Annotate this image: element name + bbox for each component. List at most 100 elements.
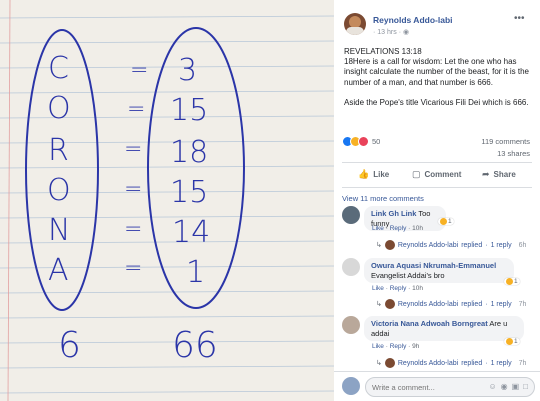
photo-viewer[interactable]: C O R O N A = = = = = = 3 15 18 15 14 1 … — [0, 0, 334, 401]
reply-text: replied — [461, 359, 483, 367]
equals-sign-2: = — [127, 97, 145, 122]
reply-author: Reynolds Addo-labi — [397, 359, 459, 367]
commenter-avatar[interactable] — [342, 316, 360, 334]
notebook-photo: C O R O N A = = = = = = 3 15 18 15 14 1 … — [0, 0, 334, 401]
share-icon: ➦ — [482, 169, 490, 179]
reply-count: 1 reply — [490, 300, 512, 308]
globe-icon: ◉ — [402, 29, 410, 36]
equals-sign-5: = — [124, 217, 142, 242]
post-paragraph-1: REVELATIONS 13:18 18Here is a call for wi… — [344, 47, 529, 87]
love-reaction-icon — [358, 136, 369, 147]
comment-reply-link[interactable]: Reply — [390, 225, 407, 232]
handwritten-note: C O R O N A = = = = = = 3 15 18 15 14 1 … — [0, 0, 334, 401]
write-comment-bar: ☺ ◉ ▣ □ — [334, 371, 540, 401]
comment-like-link[interactable]: Like — [372, 343, 384, 350]
comment-meta: Like · Reply · 10h — [372, 225, 423, 232]
post-time[interactable]: 13 hrs — [377, 29, 396, 36]
comment-meta: Like · Reply · 10h — [372, 285, 423, 292]
share-count[interactable]: 13 shares — [497, 149, 530, 158]
gif-icon[interactable]: ▣ — [512, 382, 520, 391]
comment-time[interactable]: 10h — [412, 285, 423, 292]
comment-bubble: Victoria Nana Adwoah Borngreat Are u add… — [364, 316, 524, 341]
reply-avatar — [384, 240, 395, 250]
comment-count[interactable]: 119 comments — [481, 137, 530, 146]
comment-icon: ▢ — [412, 169, 421, 179]
equals-sign-3: = — [124, 137, 142, 162]
post-timestamp[interactable]: · 13 hrs · ◉ — [373, 28, 409, 36]
comment-like-link[interactable]: Like — [372, 225, 384, 232]
number-3: 3 — [178, 53, 197, 88]
comment-input[interactable] — [372, 383, 462, 392]
author-name[interactable]: Reynolds Addo-labi — [373, 15, 453, 25]
equals-sign-1: = — [130, 58, 148, 83]
comment-tools: ☺ ◉ ▣ □ — [488, 382, 528, 391]
comment-text-line-1: Are u — [489, 319, 508, 328]
reply-time: 6h — [518, 241, 527, 249]
equals-sign-4: = — [124, 177, 142, 202]
comment-reaction[interactable]: 1 — [504, 338, 520, 345]
post-paragraph-2: Aside the Pope's title Vicarious Fili De… — [344, 97, 529, 107]
thumbs-up-icon: 👍 — [358, 169, 370, 179]
number-14: 14 — [172, 215, 210, 250]
divider — [342, 162, 532, 163]
camera-icon[interactable]: ◉ — [501, 382, 508, 391]
comment-time[interactable]: 10h — [412, 225, 423, 232]
comment-bubble: Owura Aquasi Nkrumah-Emmanuel Evangelist… — [364, 258, 514, 283]
post-header: Reynolds Addo-labi · 13 hrs · ◉ ••• — [334, 0, 540, 40]
comment-reaction[interactable]: 1 — [504, 278, 520, 285]
share-button[interactable]: ➦ Share — [482, 169, 516, 180]
reply-summary[interactable]: ↳ Reynolds Addo-labi replied · 1 reply 7… — [376, 299, 526, 309]
reaction-count[interactable]: 50 — [372, 137, 380, 146]
post-body: REVELATIONS 13:18 18Here is a call for wi… — [344, 47, 534, 118]
reply-text: replied — [461, 300, 483, 308]
reply-author: Reynolds Addo-labi — [397, 241, 459, 249]
emoji-icon[interactable]: ☺ — [488, 382, 496, 391]
comment-text: Evangelist Addai's bro — [371, 270, 445, 280]
letter-r: R — [48, 133, 69, 168]
sticker-icon[interactable]: □ — [523, 382, 528, 391]
reply-author: Reynolds Addo-labi — [397, 300, 459, 308]
haha-reaction-icon — [506, 278, 513, 285]
more-horizontal-icon[interactable]: ••• — [514, 13, 525, 24]
comment-reply-link[interactable]: Reply — [390, 285, 407, 292]
sum-right: 66 — [172, 325, 218, 366]
reply-arrow-icon: ↳ — [376, 360, 382, 367]
letter-o-2: O — [47, 173, 71, 208]
comment-reaction[interactable]: 1 — [438, 218, 454, 225]
post-actions: 👍 Like ▢ Comment ➦ Share — [334, 166, 540, 186]
letter-n: N — [48, 213, 70, 248]
comment-text-line-2: addai — [371, 328, 390, 338]
comment-meta: Like · Reply · 9h — [372, 343, 420, 350]
like-button[interactable]: 👍 Like — [358, 169, 389, 180]
comment: Owura Aquasi Nkrumah-Emmanuel Evangelist… — [342, 258, 540, 298]
haha-reaction-icon — [506, 338, 513, 345]
author-avatar[interactable] — [344, 13, 366, 35]
number-15-b: 15 — [170, 175, 208, 210]
reply-summary[interactable]: ↳ Reynolds Addo-labi replied · 1 reply 7… — [376, 358, 526, 368]
equals-sign-6: = — [124, 256, 142, 281]
letter-a: A — [48, 253, 69, 288]
commenter-avatar[interactable] — [342, 206, 360, 224]
reply-time: 7h — [518, 300, 527, 308]
commenter-avatar[interactable] — [342, 258, 360, 276]
reply-summary[interactable]: ↳ Reynolds Addo-labi replied · 1 reply 6… — [376, 240, 526, 250]
post-panel: Reynolds Addo-labi · 13 hrs · ◉ ••• REVE… — [334, 0, 540, 401]
comment-like-link[interactable]: Like — [372, 285, 384, 292]
commenter-name[interactable]: Link Gh Link — [371, 209, 416, 218]
reply-count: 1 reply — [490, 359, 512, 367]
commenter-name[interactable]: Victoria Nana Adwoah Borngreat — [371, 319, 488, 328]
comment-time[interactable]: 9h — [412, 343, 419, 350]
comment-box[interactable]: ☺ ◉ ▣ □ — [365, 377, 535, 397]
number-15-a: 15 — [170, 93, 208, 128]
letter-c: C — [48, 51, 69, 86]
commenter-name[interactable]: Owura Aquasi Nkrumah-Emmanuel — [371, 261, 507, 271]
reply-avatar — [384, 299, 395, 309]
number-1: 1 — [186, 255, 205, 290]
reply-arrow-icon: ↳ — [376, 301, 382, 308]
comment-reply-link[interactable]: Reply — [390, 343, 407, 350]
comment-button[interactable]: ▢ Comment — [412, 169, 461, 180]
view-more-comments-link[interactable]: View 11 more comments — [342, 194, 424, 203]
comment: Victoria Nana Adwoah Borngreat Are u add… — [342, 316, 540, 356]
reply-avatar — [384, 358, 395, 368]
reply-arrow-icon: ↳ — [376, 242, 382, 249]
